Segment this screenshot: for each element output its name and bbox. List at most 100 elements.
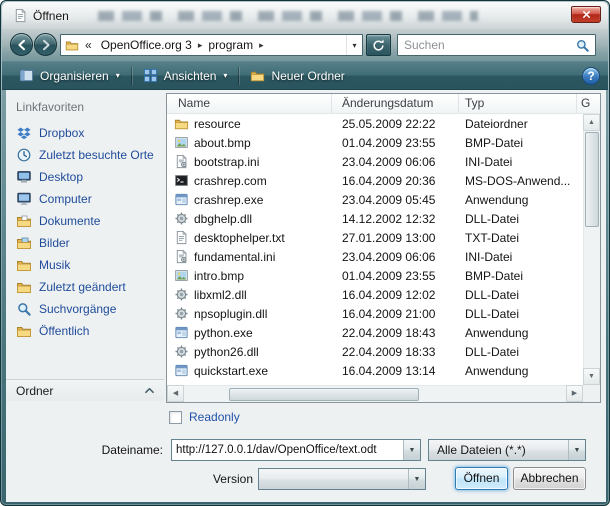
sidebar-item-zuletzt-geaendert[interactable]: Zuletzt geändert xyxy=(16,276,162,298)
toolbar-separator xyxy=(131,67,132,85)
dll-file-icon xyxy=(174,306,189,321)
file-row[interactable]: resource 25.05.2009 22:22 Dateiordner xyxy=(167,114,583,133)
file-name-cell: bootstrap.ini xyxy=(167,154,332,169)
version-combobox[interactable]: ▼ xyxy=(258,468,426,490)
column-header-date[interactable]: Änderungsdatum xyxy=(332,94,459,113)
file-name-cell: python.exe xyxy=(167,325,332,340)
sidebar-header: Linkfavoriten xyxy=(16,100,84,114)
search-input[interactable] xyxy=(398,38,575,52)
file-row[interactable]: crashrep.exe 23.04.2009 05:45 Anwendung xyxy=(167,190,583,209)
file-date: 16.04.2009 12:02 xyxy=(332,288,459,302)
folders-expander-label: Ordner xyxy=(16,384,53,398)
filetype-combobox[interactable]: Alle Dateien (*.*) ▼ xyxy=(428,439,586,461)
file-name-cell: quickstart.exe xyxy=(167,363,332,378)
folders-expander[interactable]: Ordner xyxy=(6,379,164,401)
help-button[interactable]: ? xyxy=(582,67,600,85)
chevron-down-icon: ▾ xyxy=(223,71,227,80)
file-name-cell: intro.bmp xyxy=(167,268,332,283)
scroll-down-button[interactable]: ▼ xyxy=(583,368,600,385)
filename-input[interactable] xyxy=(172,444,403,456)
dialog-content: Linkfavoriten Dropbox Zuletzt besuchte O… xyxy=(6,90,606,403)
msdos-file-icon xyxy=(174,173,189,188)
file-name-cell: desktophelper.txt xyxy=(167,230,332,245)
scroll-up-button[interactable]: ▲ xyxy=(583,114,600,131)
column-header-name[interactable]: Name xyxy=(167,94,332,113)
open-button[interactable]: Öffnen xyxy=(455,467,508,490)
file-row[interactable]: intro.bmp 01.04.2009 23:55 BMP-Datei xyxy=(167,266,583,285)
file-row[interactable]: python.exe 22.04.2009 18:43 Anwendung xyxy=(167,323,583,342)
organize-button[interactable]: Organisieren ▾ xyxy=(10,62,129,89)
back-button[interactable] xyxy=(10,33,33,56)
file-name: npsoplugin.dll xyxy=(194,307,267,321)
recent-places-icon xyxy=(16,147,32,163)
readonly-row: Readonly xyxy=(169,410,240,424)
file-type: DLL-Datei xyxy=(459,345,583,359)
titlebar[interactable]: Öffnen xyxy=(2,2,608,29)
searches-icon xyxy=(16,301,32,317)
file-type: MS-DOS-Anwend... xyxy=(459,174,583,188)
music-folder-icon xyxy=(16,257,32,273)
glass-blur-artifacts xyxy=(98,11,478,21)
views-button[interactable]: Ansichten ▾ xyxy=(134,62,237,89)
column-header-type[interactable]: Typ xyxy=(459,94,577,113)
file-row[interactable]: fundamental.ini 23.04.2009 06:06 INI-Dat… xyxy=(167,247,583,266)
file-date: 23.04.2009 06:06 xyxy=(332,155,459,169)
breadcrumb[interactable]: « OpenOffice.org 3 ▸ program ▸ ▾ xyxy=(60,34,363,56)
sidebar-item-dokumente[interactable]: Dokumente xyxy=(16,210,162,232)
file-name: fundamental.ini xyxy=(194,250,275,264)
horizontal-scroll-thumb[interactable] xyxy=(229,388,419,401)
sidebar-item-label: Dokumente xyxy=(39,214,100,228)
sidebar-item-dropbox[interactable]: Dropbox xyxy=(16,122,162,144)
scroll-left-button[interactable]: ◀ xyxy=(167,385,184,402)
file-row[interactable]: crashrep.com 16.04.2009 20:36 MS-DOS-Anw… xyxy=(167,171,583,190)
new-folder-button[interactable]: Neuer Ordner xyxy=(241,62,353,89)
file-row[interactable]: about.bmp 01.04.2009 23:55 BMP-Datei xyxy=(167,133,583,152)
sidebar-item-musik[interactable]: Musik xyxy=(16,254,162,276)
exe-file-icon xyxy=(174,192,189,207)
file-row[interactable]: libxml2.dll 16.04.2009 12:02 DLL-Datei xyxy=(167,285,583,304)
refresh-button[interactable] xyxy=(366,34,391,56)
filename-dropdown-button[interactable]: ▼ xyxy=(403,440,420,460)
file-type: DLL-Datei xyxy=(459,212,583,226)
sidebar-item-desktop[interactable]: Desktop xyxy=(16,166,162,188)
file-row[interactable]: npsoplugin.dll 16.04.2009 21:00 DLL-Date… xyxy=(167,304,583,323)
readonly-checkbox[interactable] xyxy=(169,411,182,424)
dll-file-icon xyxy=(174,211,189,226)
file-list-panel: Name Änderungsdatum Typ G resource 25.05… xyxy=(166,93,601,403)
breadcrumb-item-openoffice[interactable]: OpenOffice.org 3 xyxy=(95,38,198,52)
file-type: DLL-Datei xyxy=(459,288,583,302)
file-row[interactable]: bootstrap.ini 23.04.2009 06:06 INI-Datei xyxy=(167,152,583,171)
sidebar-item-computer[interactable]: Computer xyxy=(16,188,162,210)
sidebar-item-label: Desktop xyxy=(39,170,83,184)
new-folder-icon xyxy=(250,68,265,83)
cancel-button[interactable]: Abbrechen xyxy=(513,467,586,490)
forward-button[interactable] xyxy=(34,33,57,56)
sidebar-item-bilder[interactable]: Bilder xyxy=(16,232,162,254)
file-name: resource xyxy=(194,117,241,131)
bmp-file-icon xyxy=(174,268,189,283)
file-row[interactable]: desktophelper.txt 27.01.2009 13:00 TXT-D… xyxy=(167,228,583,247)
file-type: Anwendung xyxy=(459,326,583,340)
breadcrumb-overflow-chevrons[interactable]: « xyxy=(85,38,92,52)
scroll-right-button[interactable]: ▶ xyxy=(566,385,583,402)
txt-file-icon xyxy=(174,230,189,245)
favorites-sidebar: Linkfavoriten Dropbox Zuletzt besuchte O… xyxy=(6,90,164,403)
file-row[interactable]: python26.dll 22.04.2009 18:33 DLL-Datei xyxy=(167,342,583,361)
file-row[interactable]: quickstart.exe 16.04.2009 13:14 Anwendun… xyxy=(167,361,583,380)
sidebar-item-oeffentlich[interactable]: Öffentlich xyxy=(16,320,162,342)
sidebar-item-suchvorgaenge[interactable]: Suchvorgänge xyxy=(16,298,162,320)
close-button[interactable] xyxy=(571,6,601,23)
sidebar-list: Dropbox Zuletzt besuchte Orte Desktop Co… xyxy=(16,122,162,342)
file-row[interactable]: dbghelp.dll 14.12.2002 12:32 DLL-Datei xyxy=(167,209,583,228)
column-header-size[interactable]: G xyxy=(577,94,600,113)
vertical-scroll-thumb[interactable] xyxy=(585,132,599,227)
file-type: TXT-Datei xyxy=(459,231,583,245)
readonly-label[interactable]: Readonly xyxy=(189,410,240,424)
vertical-scrollbar[interactable]: ▲ ▼ xyxy=(583,114,600,385)
breadcrumb-dropdown-icon[interactable]: ▾ xyxy=(346,35,362,55)
breadcrumb-item-program[interactable]: program xyxy=(202,38,259,52)
breadcrumb-separator-icon[interactable]: ▸ xyxy=(259,40,264,51)
horizontal-scrollbar[interactable]: ◀ ▶ xyxy=(167,385,583,402)
sidebar-item-zuletzt-besuchte-orte[interactable]: Zuletzt besuchte Orte xyxy=(16,144,162,166)
file-date: 16.04.2009 21:00 xyxy=(332,307,459,321)
